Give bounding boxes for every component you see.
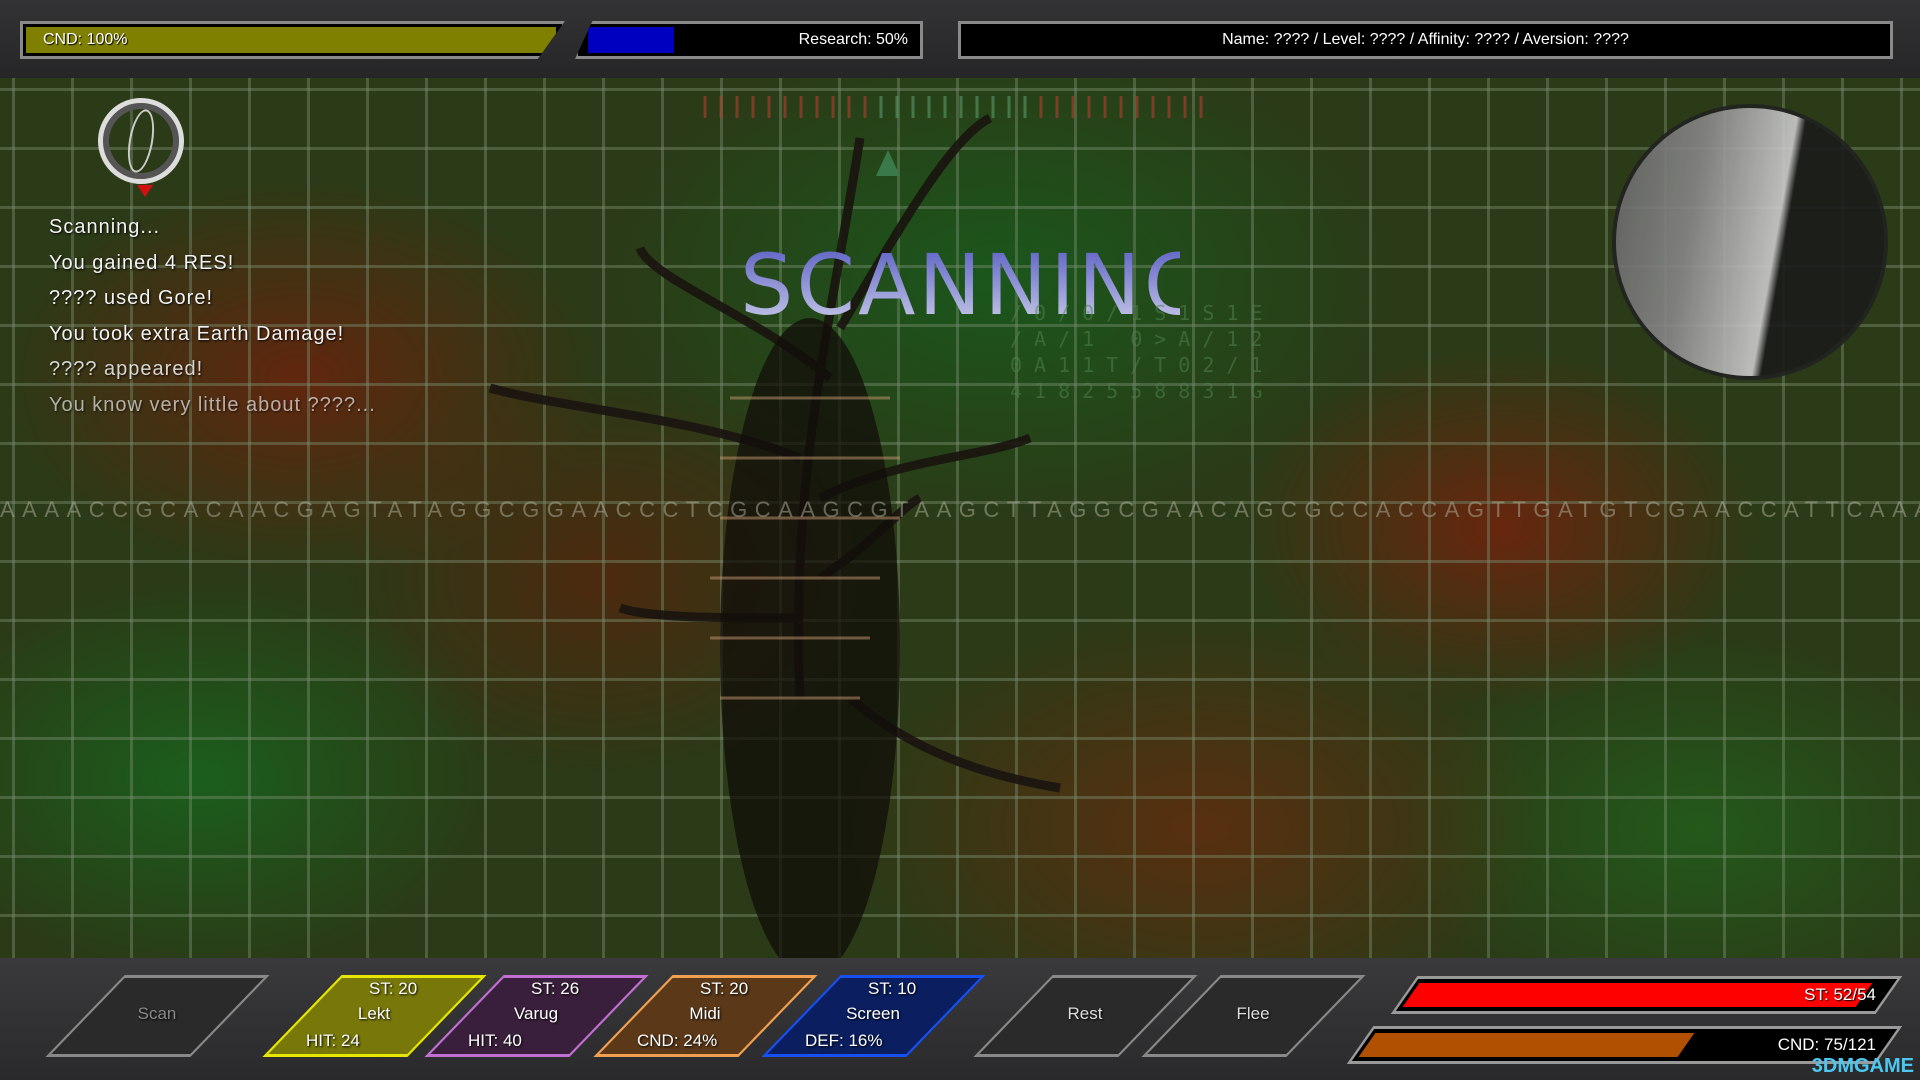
action-content: Rest	[995, 975, 1175, 1057]
log-line: ???? used Gore!	[49, 287, 376, 323]
player-condition-fill	[1359, 1033, 1695, 1057]
action-label: Flee	[1163, 1004, 1343, 1024]
enemy-info-box: Name: ???? / Level: ???? / Affinity: ???…	[958, 21, 1893, 59]
battle-log: Scanning... You gained 4 RES! ???? used …	[49, 216, 376, 429]
action-cost: ST: 26	[531, 979, 579, 999]
dna-sequence: AAAACCGCACAACGAGTATAGGCGGAACCCTCGCAAGCGT…	[0, 497, 1920, 523]
action-content: Varug ST: 26 HIT: 40	[446, 975, 626, 1057]
log-line: ???? appeared!	[49, 358, 376, 394]
watermark: 3DMGAME	[1812, 1055, 1914, 1078]
action-content: Scan	[67, 975, 247, 1057]
action-label: Rest	[995, 1004, 1175, 1024]
code-line: /A/1 0>A/12	[1010, 326, 1274, 352]
scanner-icon	[98, 98, 184, 184]
action-content: Midi ST: 20 CND: 24%	[615, 975, 795, 1057]
action-label: Screen	[783, 1004, 963, 1024]
scan-ruler	[705, 96, 1201, 118]
phase-moon-icon	[1612, 104, 1888, 380]
action-cost: ST: 20	[369, 979, 417, 999]
top-bar: CND: 100% Research: 50% Name: ???? / Lev…	[0, 0, 1920, 78]
action-stat: HIT: 24	[306, 1031, 360, 1051]
action-label: Midi	[615, 1004, 795, 1024]
log-line: You gained 4 RES!	[49, 252, 376, 288]
enemy-info: Name: ???? / Level: ???? / Affinity: ???…	[961, 24, 1890, 56]
code-line: 4182558831G	[1010, 378, 1274, 404]
action-label: Scan	[67, 1004, 247, 1024]
condition-label: CND: 100%	[43, 24, 127, 56]
action-stat: HIT: 40	[468, 1031, 522, 1051]
log-line: Scanning...	[49, 216, 376, 252]
stamina-label: ST: 52/54	[1804, 979, 1876, 1011]
action-stat: DEF: 16%	[805, 1031, 882, 1051]
action-label: Lekt	[284, 1004, 464, 1024]
log-line: You took extra Earth Damage!	[49, 323, 376, 359]
action-label: Varug	[446, 1004, 626, 1024]
condition-bar: CND: 100%	[20, 21, 565, 59]
action-content: Screen ST: 10 DEF: 16%	[783, 975, 963, 1057]
action-stat: CND: 24%	[637, 1031, 717, 1051]
code-line: 0A11T/T02/1	[1010, 352, 1274, 378]
code-line: /0/0/1S1S1E	[1010, 300, 1274, 326]
ruler-marker-icon	[876, 150, 900, 176]
action-cost: ST: 10	[868, 979, 916, 999]
action-cost: ST: 20	[700, 979, 748, 999]
action-content: Flee	[1163, 975, 1343, 1057]
research-label: Research: 50%	[799, 24, 908, 56]
stamina-fill	[1403, 983, 1872, 1007]
log-line: You know very little about ????...	[49, 394, 376, 430]
scan-codes: /0/0/1S1S1E /A/1 0>A/12 0A11T/T02/1 4182…	[1010, 300, 1274, 404]
research-fill	[588, 27, 674, 53]
research-bar: Research: 50%	[575, 21, 923, 59]
